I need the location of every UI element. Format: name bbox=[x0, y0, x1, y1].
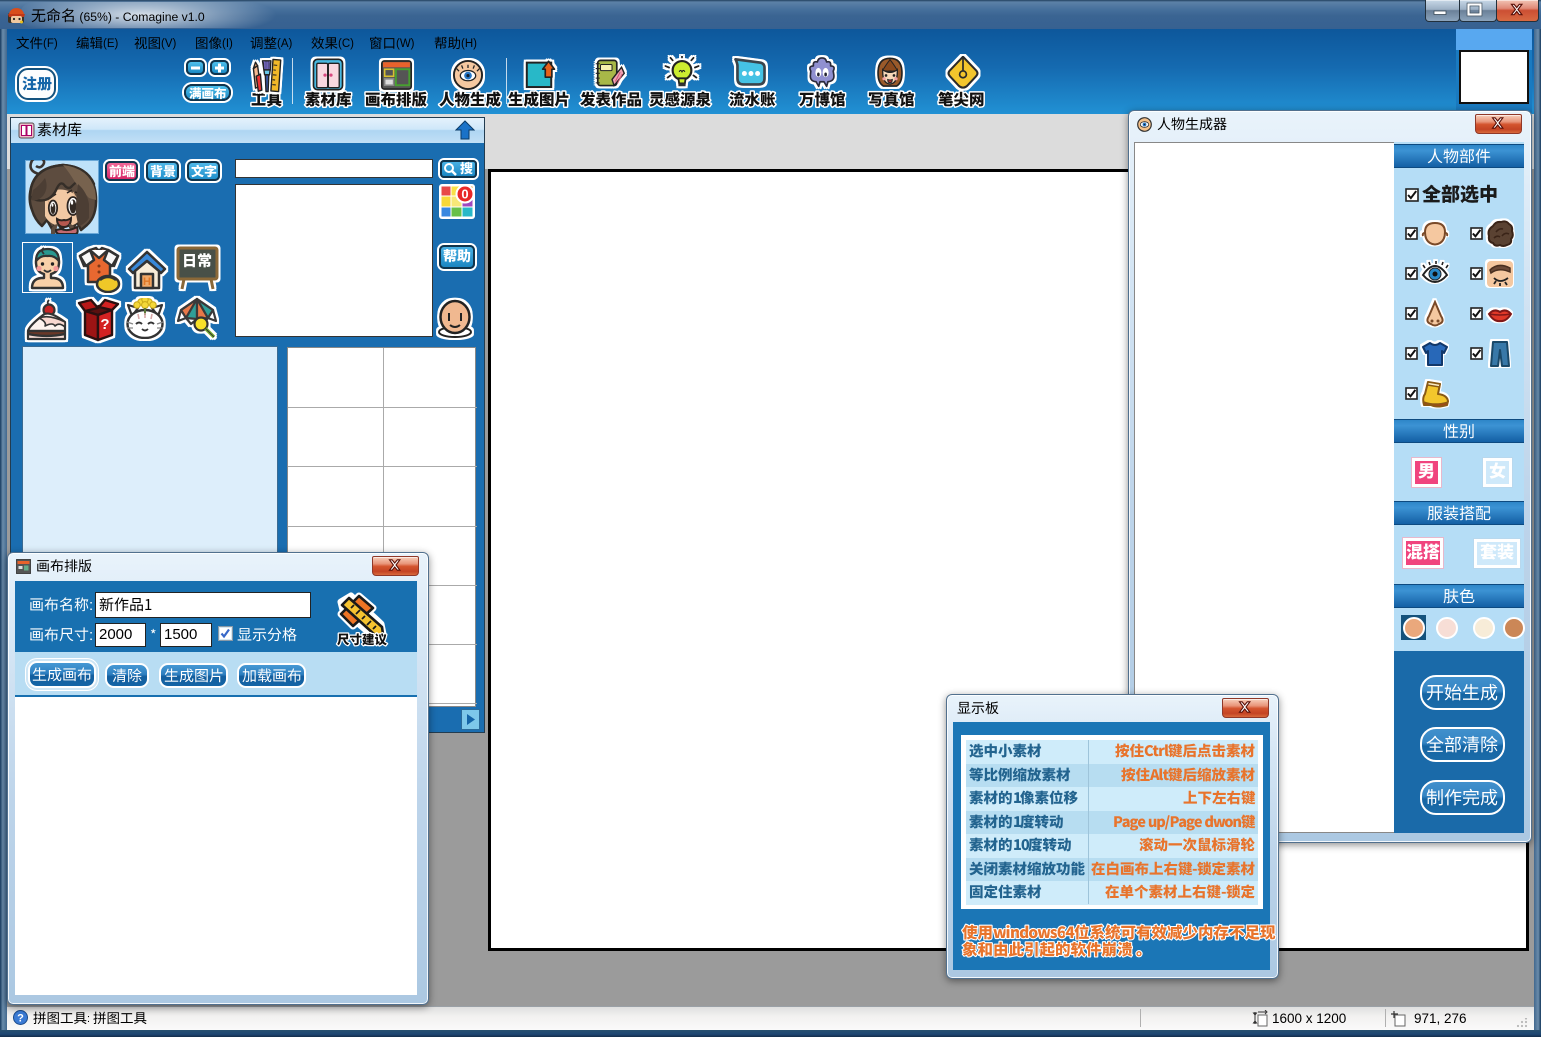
svg-text:?: ? bbox=[100, 316, 109, 333]
svg-text:0: 0 bbox=[461, 187, 468, 202]
svg-text:?: ? bbox=[17, 1013, 24, 1025]
svg-text:H: H bbox=[143, 276, 151, 288]
